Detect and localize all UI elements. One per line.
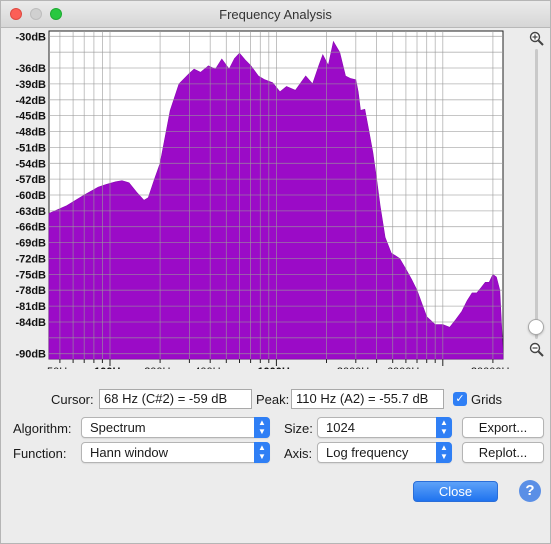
y-tick-label: -30dB	[15, 31, 46, 43]
y-tick-label: -72dB	[15, 254, 46, 266]
y-tick-label: -42dB	[15, 95, 46, 107]
x-tick-label: 50Hz	[47, 366, 73, 369]
y-tick-label: -36dB	[15, 63, 46, 75]
algorithm-label: Algorithm:	[13, 421, 72, 436]
x-tick-label: 400Hz	[194, 366, 226, 369]
y-tick-label: -51dB	[15, 142, 46, 154]
zoom-slider-thumb[interactable]	[528, 319, 544, 335]
function-select[interactable]: Hann window ▲ ▼	[81, 442, 270, 463]
zoom-in-icon[interactable]	[529, 31, 545, 47]
size-value: 1024	[326, 420, 355, 435]
zoom-slider-track[interactable]	[535, 49, 538, 339]
chevron-up-down-icon: ▲ ▼	[254, 417, 270, 438]
x-axis-ticks	[59, 359, 494, 366]
y-tick-label: -39dB	[15, 79, 46, 91]
cursor-field[interactable]: 68 Hz (C#2) = -59 dB	[99, 389, 252, 409]
axis-value: Log frequency	[326, 445, 409, 460]
axis-label: Axis:	[284, 446, 313, 461]
y-tick-label: -69dB	[15, 238, 46, 250]
help-icon[interactable]: ?	[519, 480, 541, 502]
window-title: Frequency Analysis	[219, 7, 332, 22]
algorithm-select[interactable]: Spectrum ▲ ▼	[81, 417, 270, 438]
function-label: Function:	[13, 446, 67, 461]
y-tick-label: -75dB	[15, 269, 46, 281]
y-tick-label: -63dB	[15, 206, 46, 218]
y-tick-label: -57dB	[15, 174, 46, 186]
y-axis-labels: -30dB -36dB -39dB -42dB -45dB -48dB -51dB -54dB…	[15, 31, 46, 360]
x-tick-label: 3000Hz	[337, 366, 375, 369]
x-tick-label: 1000Hz	[257, 366, 295, 369]
frequency-analysis-window: Frequency Analysis -30dB -36dB -39dB -42dB -…	[0, 0, 551, 544]
peak-label: Peak:	[256, 392, 290, 407]
y-tick-label: -81dB	[15, 301, 46, 313]
x-axis-labels: 50Hz 100Hz 200Hz 400Hz 1000Hz 3000Hz 6000Hz 200…	[47, 366, 515, 369]
function-value: Hann window	[90, 445, 169, 460]
y-tick-label: -48dB	[15, 127, 46, 139]
size-label: Size:	[284, 421, 313, 436]
replot-button[interactable]: Replot...	[462, 442, 544, 463]
zoom-out-icon[interactable]	[529, 342, 545, 358]
y-tick-label: -60dB	[15, 190, 46, 202]
title-bar: Frequency Analysis	[1, 1, 550, 28]
y-tick-label: -78dB	[15, 285, 46, 297]
algorithm-value: Spectrum	[90, 420, 146, 435]
grids-checkbox[interactable]: ✓	[453, 392, 467, 406]
x-tick-label: 100Hz	[94, 366, 126, 369]
chevron-up-down-icon: ▲ ▼	[254, 442, 270, 463]
chevron-up-down-icon: ▲ ▼	[436, 417, 452, 438]
grids-label: Grids	[471, 392, 503, 407]
chevron-up-down-icon: ▲ ▼	[436, 442, 452, 463]
y-tick-label: -54dB	[15, 158, 46, 170]
size-select[interactable]: 1024 ▲ ▼	[317, 417, 452, 438]
close-button[interactable]: Close	[413, 481, 498, 502]
spectrum-plot[interactable]: -30dB -36dB -39dB -42dB -45dB -48dB -51dB -54dB…	[1, 29, 521, 369]
export-button[interactable]: Export...	[462, 417, 544, 438]
y-tick-label: -45dB	[15, 111, 46, 123]
y-tick-label: -66dB	[15, 222, 46, 234]
axis-select[interactable]: Log frequency ▲ ▼	[317, 442, 452, 463]
y-tick-label: -90dB	[15, 349, 46, 361]
y-tick-label: -84dB	[15, 317, 46, 329]
cursor-label: Cursor:	[51, 392, 94, 407]
x-tick-label: 20000Hz	[471, 366, 515, 369]
x-tick-label: 200Hz	[144, 366, 176, 369]
peak-field[interactable]: 110 Hz (A2) = -55.7 dB	[291, 389, 444, 409]
x-tick-label: 6000Hz	[387, 366, 425, 369]
